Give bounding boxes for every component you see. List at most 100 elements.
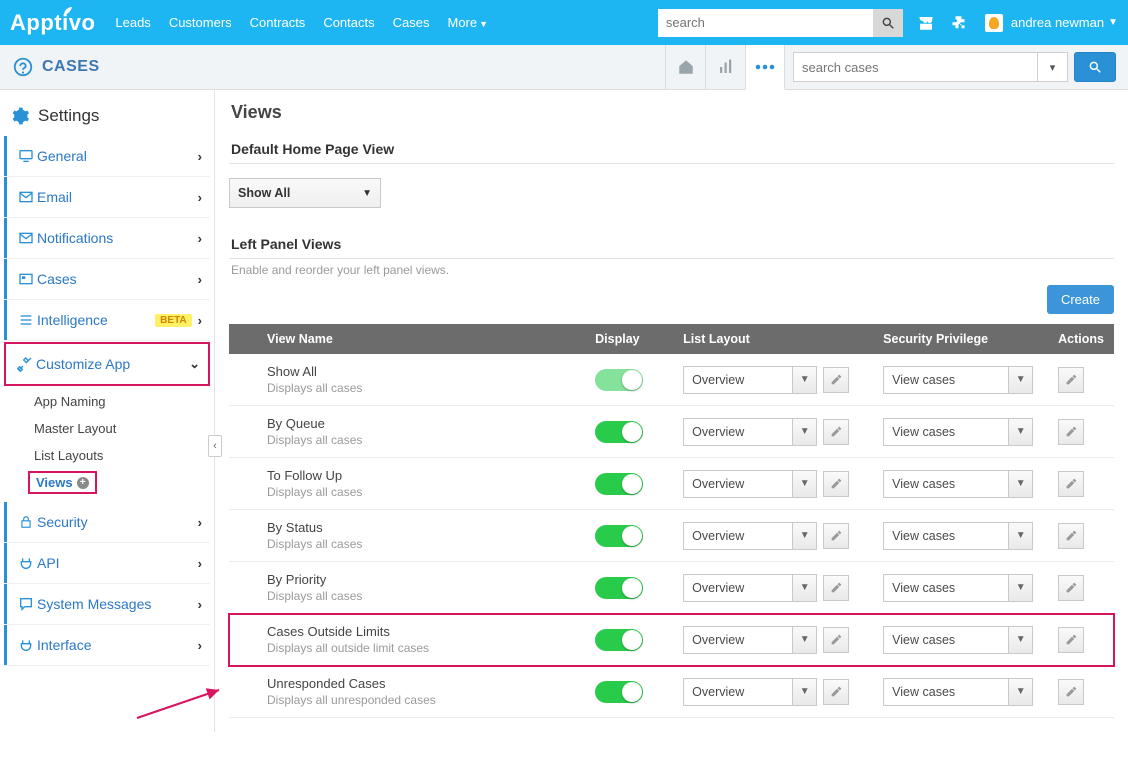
default-view-value: Show All xyxy=(238,186,290,200)
col-view-name: View Name xyxy=(257,324,585,354)
chevron-right-icon: › xyxy=(198,190,202,205)
list-layout-select[interactable]: Overview▼ xyxy=(683,626,817,654)
chevron-right-icon: › xyxy=(198,313,202,328)
edit-list-layout-button[interactable] xyxy=(823,679,849,705)
row-edit-button[interactable] xyxy=(1058,523,1084,549)
global-search-input[interactable] xyxy=(658,9,873,37)
list-layout-select[interactable]: Overview▼ xyxy=(683,522,817,550)
nav-contracts[interactable]: Contracts xyxy=(250,15,306,30)
caret-down-icon: ▼ xyxy=(1009,418,1033,446)
sidebar-item-label: Intelligence xyxy=(37,312,155,328)
sidebar-item-email[interactable]: Email › xyxy=(4,177,210,217)
caret-down-icon: ▼ xyxy=(1009,574,1033,602)
sidebar-item-notifications[interactable]: Notifications › xyxy=(4,218,210,258)
puzzle-icon[interactable] xyxy=(951,14,969,32)
display-toggle[interactable] xyxy=(595,473,643,495)
display-toggle[interactable] xyxy=(595,421,643,443)
col-display: Display xyxy=(585,324,673,354)
ellipsis-icon xyxy=(755,64,775,70)
subitem-app-naming[interactable]: App Naming xyxy=(4,388,210,415)
sidebar-item-system-messages[interactable]: System Messages › xyxy=(4,584,210,624)
nav-leads[interactable]: Leads xyxy=(115,15,150,30)
chevron-down-icon: ▾ xyxy=(1050,61,1056,74)
security-select[interactable]: View cases▼ xyxy=(883,418,1038,446)
row-edit-button[interactable] xyxy=(1058,627,1084,653)
logo[interactable]: Apptivo xyxy=(10,10,95,36)
global-search xyxy=(658,9,903,37)
global-search-button[interactable] xyxy=(873,9,903,37)
list-layout-select[interactable]: Overview▼ xyxy=(683,418,817,446)
sidebar-item-interface[interactable]: Interface › xyxy=(4,625,210,665)
page-search-dropdown[interactable]: ▾ xyxy=(1038,52,1068,82)
list-layout-select[interactable]: Overview▼ xyxy=(683,470,817,498)
page-search-input[interactable] xyxy=(793,52,1038,82)
security-select[interactable]: View cases▼ xyxy=(883,574,1038,602)
view-name: By Queue xyxy=(267,416,575,431)
logo-text: Apptivo xyxy=(10,10,95,35)
tab-stats[interactable] xyxy=(705,45,745,90)
page-title: CASES xyxy=(42,58,100,76)
chevron-down-icon: ⌄ xyxy=(189,356,200,372)
sidebar-item-intelligence[interactable]: Intelligence BETA › xyxy=(4,300,210,340)
highlight-customize-app: Customize App ⌄ xyxy=(4,342,210,386)
row-edit-button[interactable] xyxy=(1058,367,1084,393)
edit-list-layout-button[interactable] xyxy=(823,471,849,497)
topbar-icons: andrea newman ▼ xyxy=(917,14,1118,32)
subitem-list-layouts[interactable]: List Layouts xyxy=(4,442,210,469)
views-table: View Name Display List Layout Security P… xyxy=(229,324,1114,718)
store-icon[interactable] xyxy=(917,14,935,32)
left-panel-title: Left Panel Views xyxy=(231,236,1114,252)
sidebar-item-cases[interactable]: Cases › xyxy=(4,259,210,299)
nav-cases[interactable]: Cases xyxy=(393,15,430,30)
list-layout-select[interactable]: Overview▼ xyxy=(683,678,817,706)
edit-list-layout-button[interactable] xyxy=(823,523,849,549)
view-name: Show All xyxy=(267,364,575,379)
list-layout-select[interactable]: Overview▼ xyxy=(683,574,817,602)
edit-list-layout-button[interactable] xyxy=(823,575,849,601)
chevron-right-icon: › xyxy=(198,272,202,287)
subitem-views[interactable]: Views + xyxy=(36,475,89,490)
security-select[interactable]: View cases▼ xyxy=(883,626,1038,654)
edit-list-layout-button[interactable] xyxy=(823,419,849,445)
page-search-button[interactable] xyxy=(1074,52,1116,82)
security-select[interactable]: View cases▼ xyxy=(883,366,1038,394)
nav-customers[interactable]: Customers xyxy=(169,15,232,30)
security-select[interactable]: View cases▼ xyxy=(883,522,1038,550)
tab-more[interactable] xyxy=(745,45,785,90)
sidebar-item-customize-app[interactable]: Customize App ⌄ xyxy=(6,344,208,384)
sidebar-item-general[interactable]: General › xyxy=(4,136,210,176)
edit-list-layout-button[interactable] xyxy=(823,367,849,393)
caret-down-icon: ▼ xyxy=(362,188,372,199)
display-toggle[interactable] xyxy=(595,681,643,703)
display-toggle[interactable] xyxy=(595,577,643,599)
default-view-select[interactable]: Show All ▼ xyxy=(229,178,381,208)
sidebar-item-api[interactable]: API › xyxy=(4,543,210,583)
chevron-right-icon: › xyxy=(198,597,202,612)
sidebar-item-label: System Messages xyxy=(37,596,198,612)
create-button[interactable]: Create xyxy=(1047,285,1114,314)
nav-contacts[interactable]: Contacts xyxy=(323,15,374,30)
main-content: Views Default Home Page View Show All ▼ … xyxy=(215,90,1128,732)
list-layout-select[interactable]: Overview▼ xyxy=(683,366,817,394)
subitem-master-layout[interactable]: Master Layout xyxy=(4,415,210,442)
security-select[interactable]: View cases▼ xyxy=(883,678,1038,706)
edit-list-layout-button[interactable] xyxy=(823,627,849,653)
caret-down-icon: ▼ xyxy=(1009,626,1033,654)
tab-home[interactable] xyxy=(665,45,705,90)
display-toggle[interactable] xyxy=(595,525,643,547)
cases-app-icon xyxy=(12,56,34,78)
display-toggle[interactable] xyxy=(595,629,643,651)
plus-circle-icon[interactable]: + xyxy=(77,477,89,489)
default-view-section-title: Default Home Page View xyxy=(231,141,1114,157)
display-toggle[interactable] xyxy=(595,369,643,391)
user-menu[interactable]: andrea newman ▼ xyxy=(985,14,1118,32)
row-edit-button[interactable] xyxy=(1058,575,1084,601)
sidebar-item-security[interactable]: Security › xyxy=(4,502,210,542)
security-select[interactable]: View cases▼ xyxy=(883,470,1038,498)
row-edit-button[interactable] xyxy=(1058,679,1084,705)
row-edit-button[interactable] xyxy=(1058,419,1084,445)
row-edit-button[interactable] xyxy=(1058,471,1084,497)
caret-down-icon: ▼ xyxy=(793,678,817,706)
bar-chart-icon xyxy=(717,58,735,76)
nav-more[interactable]: More▼ xyxy=(447,15,488,30)
